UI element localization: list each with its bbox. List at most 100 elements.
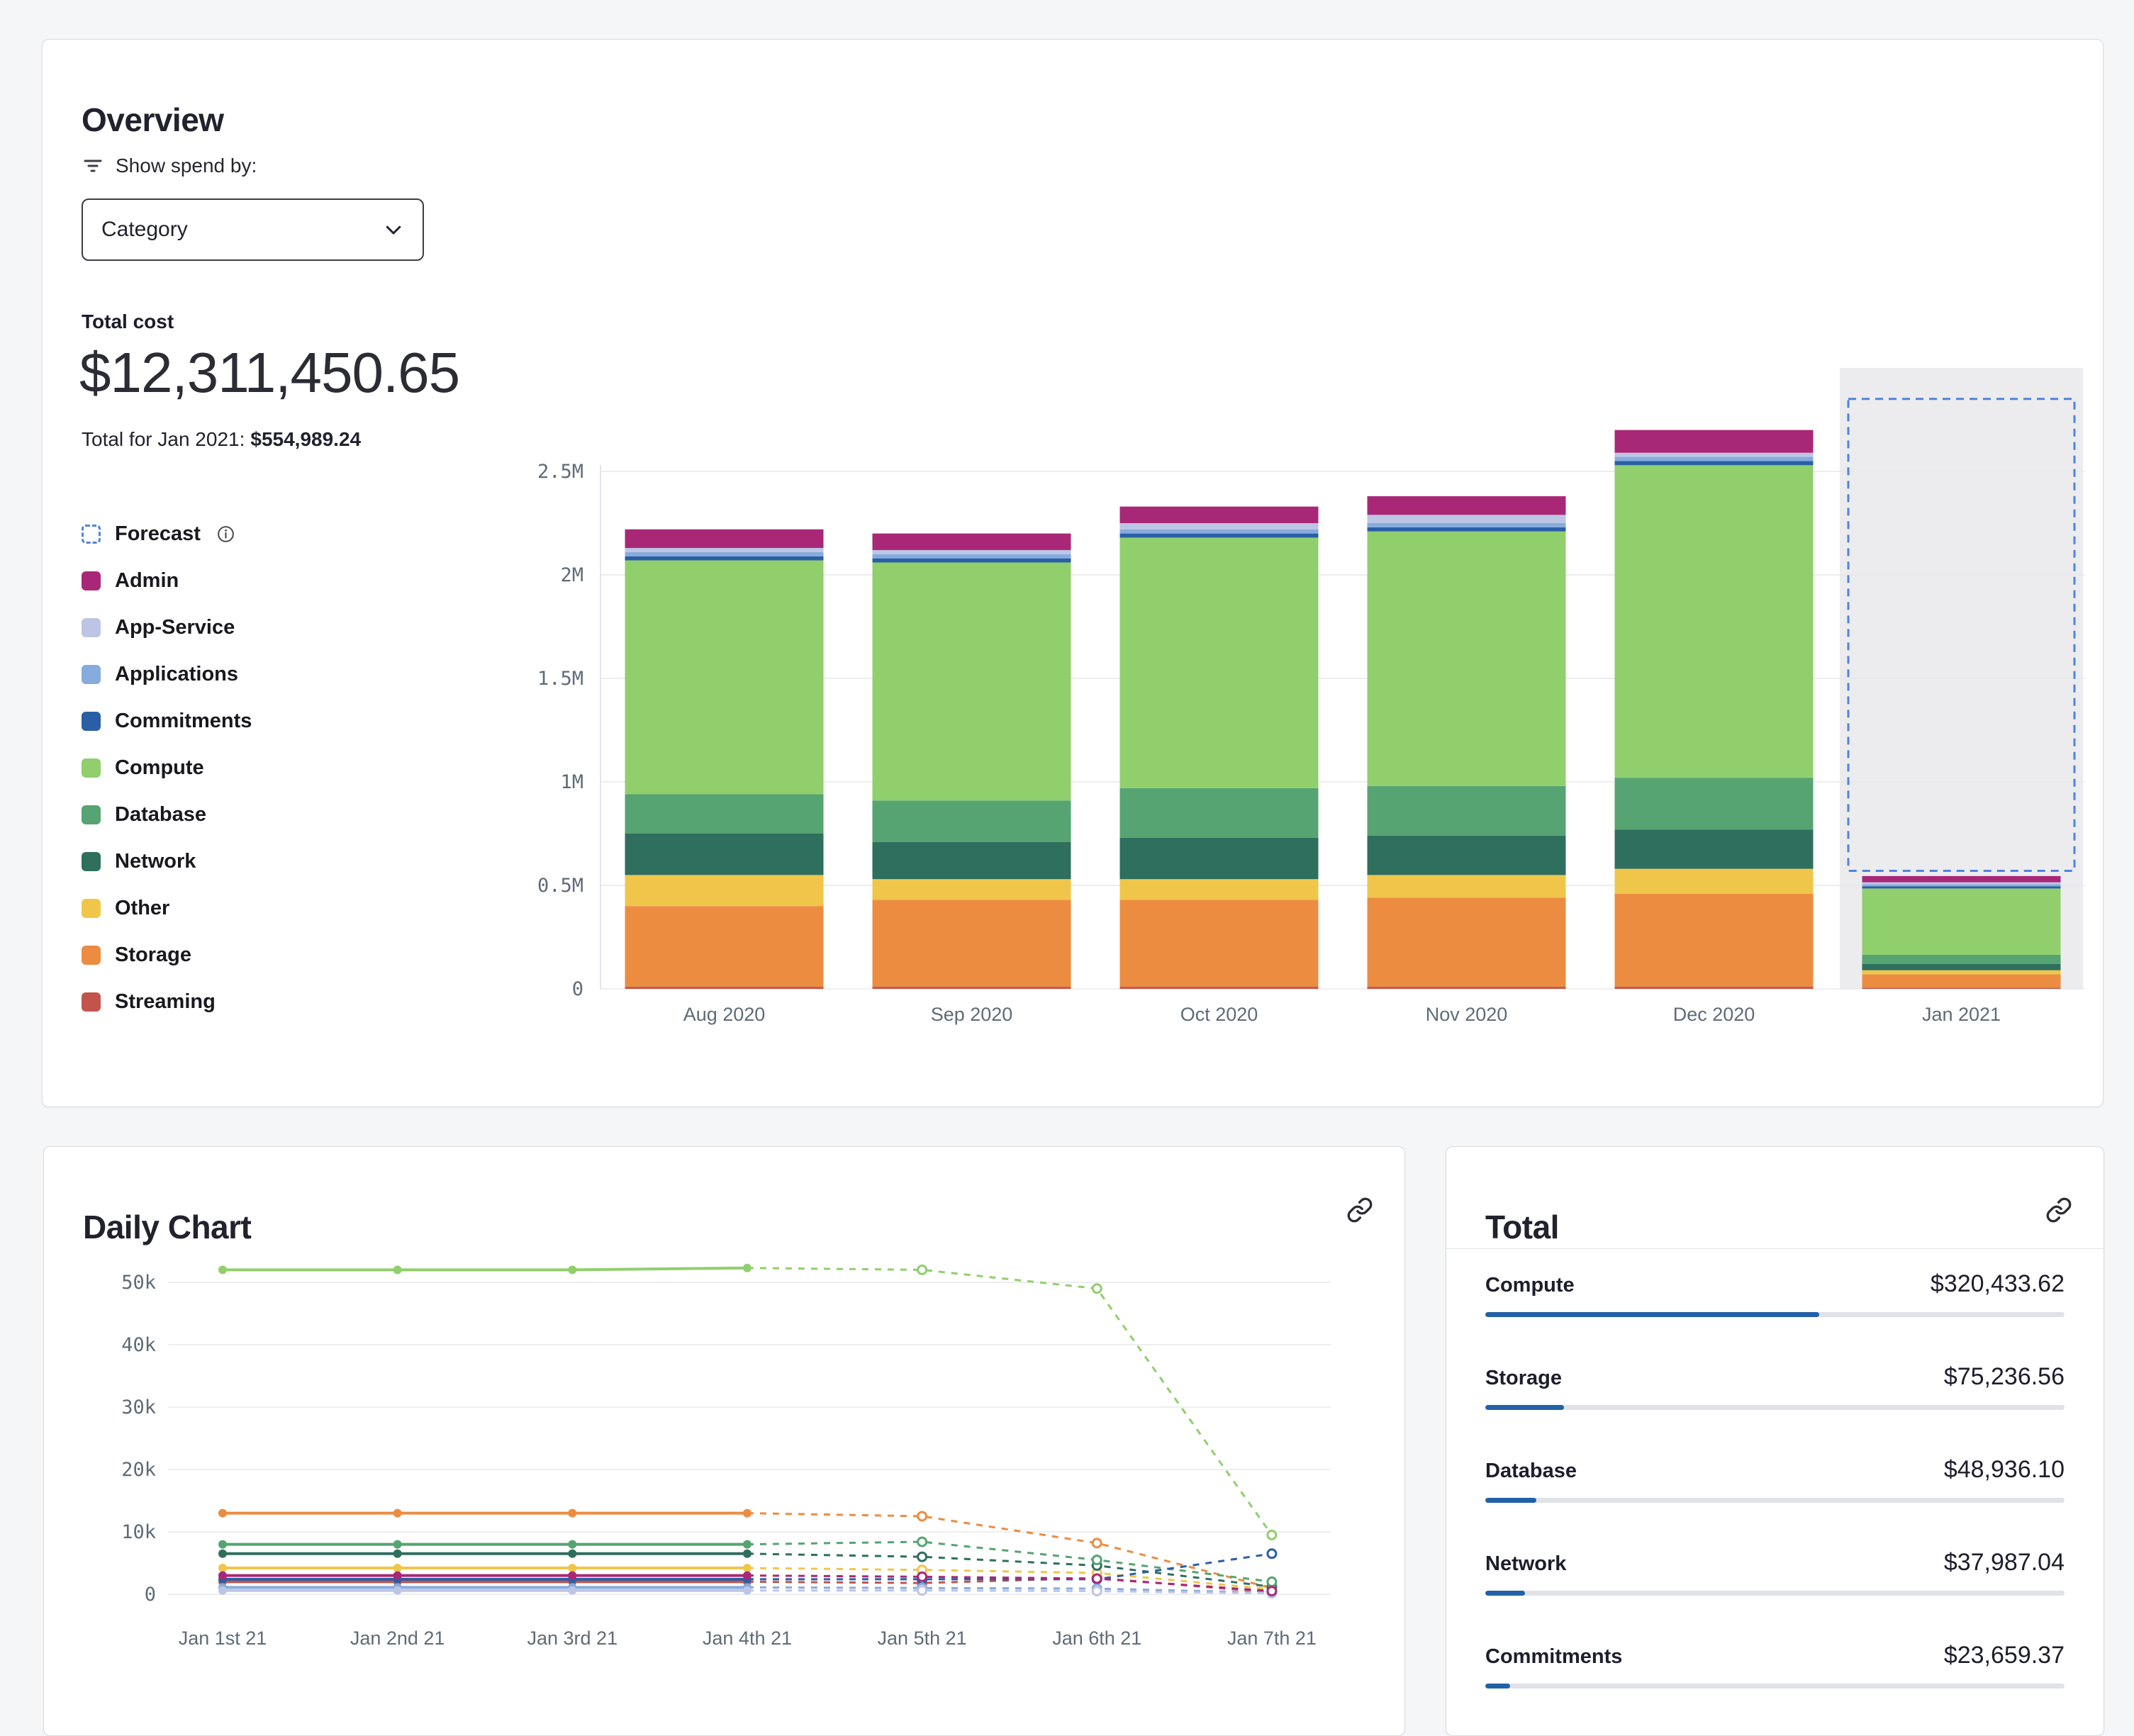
data-point[interactable] [742, 1574, 752, 1584]
data-point-forecast[interactable] [1266, 1581, 1278, 1592]
bar-segment-storage[interactable] [1614, 893, 1814, 987]
data-point-forecast[interactable] [1091, 1574, 1102, 1585]
bar-segment-commitments[interactable] [872, 558, 1071, 563]
data-point[interactable] [218, 1574, 227, 1584]
bar-segment-other[interactable] [1614, 868, 1814, 894]
data-point-forecast[interactable] [1266, 1584, 1278, 1595]
bar-segment-admin[interactable] [625, 529, 824, 549]
data-point[interactable] [568, 1265, 577, 1275]
data-point-forecast[interactable] [1091, 1560, 1102, 1572]
bar-segment-database[interactable] [1614, 778, 1814, 830]
data-point[interactable] [568, 1549, 577, 1558]
data-point-forecast[interactable] [1091, 1567, 1102, 1579]
bar-segment-other[interactable] [1367, 875, 1566, 898]
data-point[interactable] [568, 1583, 577, 1592]
data-point-forecast[interactable] [1091, 1573, 1102, 1584]
data-point[interactable] [568, 1564, 577, 1573]
line-forecast-network[interactable] [747, 1552, 1273, 1588]
bar-segment-commitments[interactable] [625, 556, 824, 561]
data-point[interactable] [742, 1508, 752, 1518]
bar-segment-app-service[interactable] [1614, 452, 1814, 457]
data-point-forecast[interactable] [917, 1585, 928, 1596]
data-point[interactable] [742, 1549, 752, 1558]
line-actual-compute[interactable] [223, 1266, 747, 1272]
bar-segment-network[interactable] [625, 834, 824, 875]
data-point-forecast[interactable] [1266, 1587, 1278, 1598]
data-point-forecast[interactable] [917, 1574, 928, 1585]
bar-segment-network[interactable] [1367, 835, 1566, 875]
data-point[interactable] [218, 1540, 227, 1549]
bar-segment-compute[interactable] [1614, 465, 1814, 778]
bar-segment-network[interactable] [1119, 837, 1319, 880]
data-point-forecast[interactable] [1091, 1555, 1102, 1566]
bar-segment-compute[interactable] [1367, 531, 1566, 786]
line-forecast-compute[interactable] [747, 1267, 1273, 1536]
data-point[interactable] [218, 1564, 227, 1573]
data-point[interactable] [393, 1540, 402, 1549]
bar-segment-storage[interactable] [1119, 900, 1319, 987]
data-point[interactable] [218, 1571, 227, 1580]
line-forecast-commitments[interactable] [747, 1552, 1273, 1581]
bar-segment-commitments[interactable] [1862, 886, 2061, 889]
bar-segment-database[interactable] [1119, 788, 1319, 838]
line-forecast-database[interactable] [747, 1540, 1273, 1583]
bar-segment-other[interactable] [872, 879, 1071, 900]
data-point-forecast[interactable] [1091, 1283, 1102, 1294]
data-point-forecast[interactable] [1266, 1582, 1278, 1594]
data-point[interactable] [393, 1583, 402, 1592]
bar-segment-streaming[interactable] [625, 987, 824, 989]
data-point[interactable] [393, 1586, 402, 1595]
bar-segment-applications[interactable] [1862, 884, 2061, 887]
data-point-forecast[interactable] [1091, 1583, 1102, 1594]
data-point[interactable] [218, 1549, 227, 1558]
data-point[interactable] [568, 1540, 577, 1549]
bar-segment-streaming[interactable] [872, 987, 1071, 989]
data-point[interactable] [218, 1508, 227, 1518]
data-point[interactable] [742, 1586, 752, 1595]
data-point-forecast[interactable] [917, 1571, 928, 1582]
data-point-forecast[interactable] [917, 1577, 928, 1589]
data-point[interactable] [568, 1574, 577, 1584]
data-point-forecast[interactable] [917, 1551, 928, 1562]
bar-segment-database[interactable] [1862, 954, 2061, 964]
bar-segment-commitments[interactable] [1119, 533, 1319, 538]
bar-segment-commitments[interactable] [1367, 527, 1566, 532]
data-point-forecast[interactable] [917, 1536, 928, 1547]
data-point[interactable] [742, 1564, 752, 1573]
bar-segment-applications[interactable] [1119, 529, 1319, 534]
data-point-forecast[interactable] [1091, 1538, 1102, 1549]
bar-segment-storage[interactable] [1862, 974, 2061, 988]
bar-segment-applications[interactable] [625, 551, 824, 556]
data-point[interactable] [393, 1265, 402, 1275]
bar-segment-app-service[interactable] [625, 548, 824, 552]
bar-segment-app-service[interactable] [1119, 523, 1319, 530]
link-icon[interactable] [1346, 1197, 1373, 1223]
bar-segment-storage[interactable] [625, 906, 824, 987]
bar-segment-network[interactable] [1862, 963, 2061, 970]
bar-segment-applications[interactable] [1367, 523, 1566, 527]
data-point[interactable] [393, 1574, 402, 1584]
bar-segment-compute[interactable] [872, 562, 1071, 801]
data-point[interactable] [568, 1571, 577, 1580]
data-point[interactable] [393, 1549, 402, 1558]
line-forecast-streaming[interactable] [747, 1577, 1273, 1594]
data-point-forecast[interactable] [1091, 1586, 1102, 1597]
bar-segment-admin[interactable] [1614, 430, 1814, 453]
line-forecast-other[interactable] [747, 1567, 1273, 1591]
bar-segment-streaming[interactable] [1367, 987, 1566, 989]
bar-segment-streaming[interactable] [1862, 987, 2061, 989]
data-point[interactable] [568, 1586, 577, 1595]
data-point[interactable] [742, 1571, 752, 1580]
data-point-forecast[interactable] [1266, 1548, 1278, 1559]
data-point[interactable] [742, 1540, 752, 1549]
bar-segment-app-service[interactable] [872, 549, 1071, 554]
line-forecast-admin[interactable] [747, 1574, 1273, 1593]
bar-segment-network[interactable] [1614, 829, 1814, 869]
data-point[interactable] [393, 1577, 402, 1586]
data-point[interactable] [393, 1571, 402, 1580]
data-point-forecast[interactable] [1266, 1586, 1278, 1598]
bar-segment-admin[interactable] [1119, 506, 1319, 523]
bar-segment-admin[interactable] [1862, 875, 2061, 883]
bar-segment-storage[interactable] [1367, 897, 1566, 987]
bar-segment-applications[interactable] [872, 554, 1071, 559]
